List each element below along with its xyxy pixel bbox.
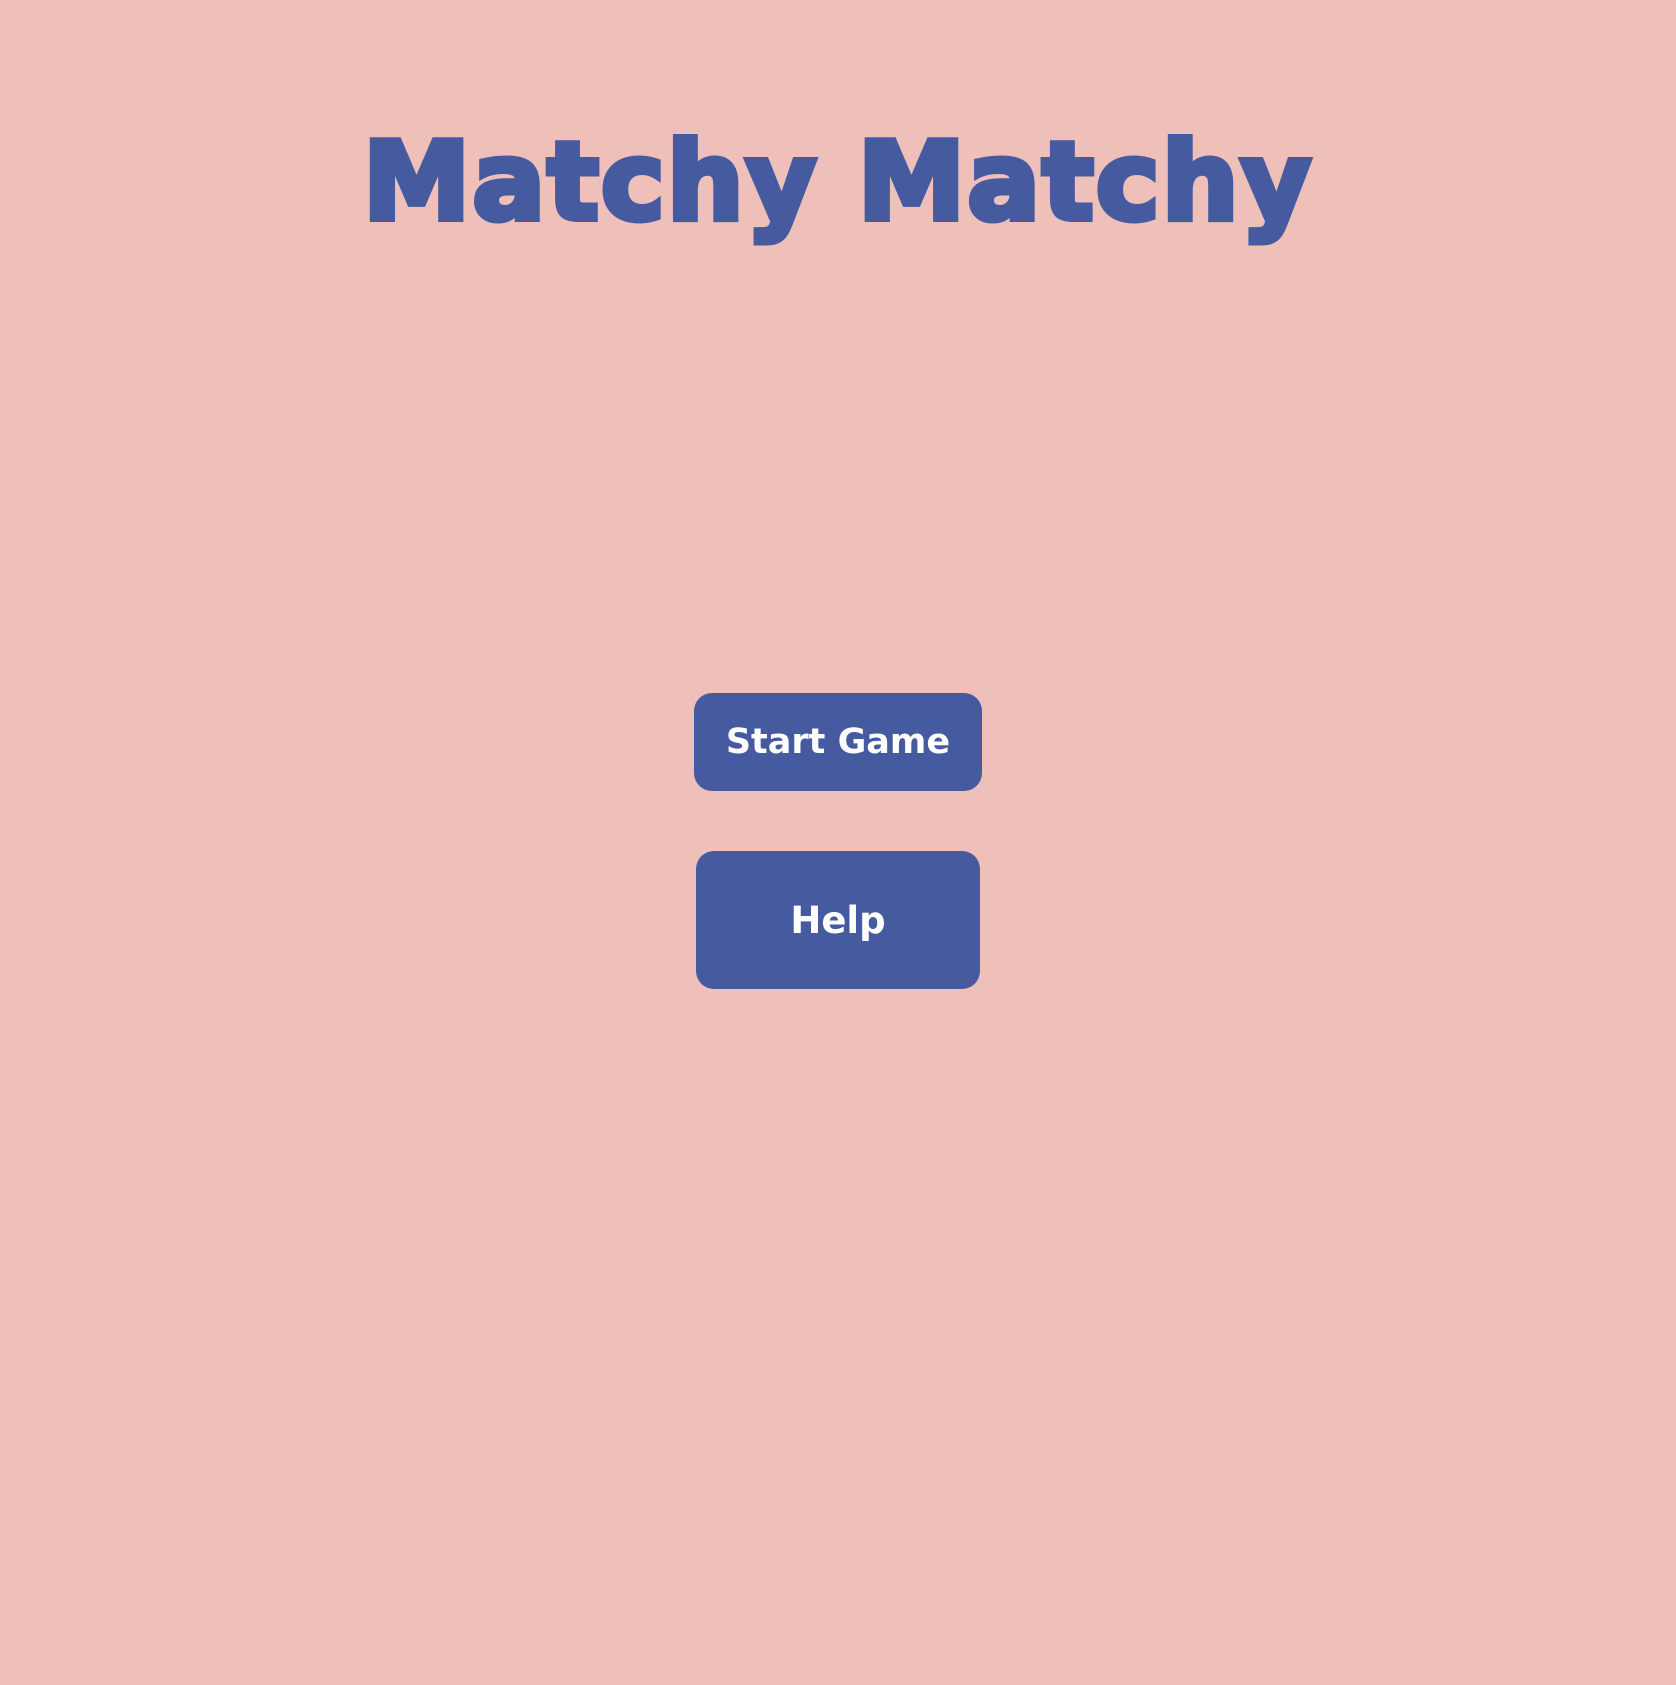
help-button[interactable]: Help — [696, 851, 980, 989]
start-game-label: Start Game — [725, 722, 951, 762]
start-game-button[interactable]: Start Game — [694, 693, 982, 791]
game-title: Matchy Matchy — [360, 117, 1314, 248]
help-label: Help — [790, 898, 886, 942]
